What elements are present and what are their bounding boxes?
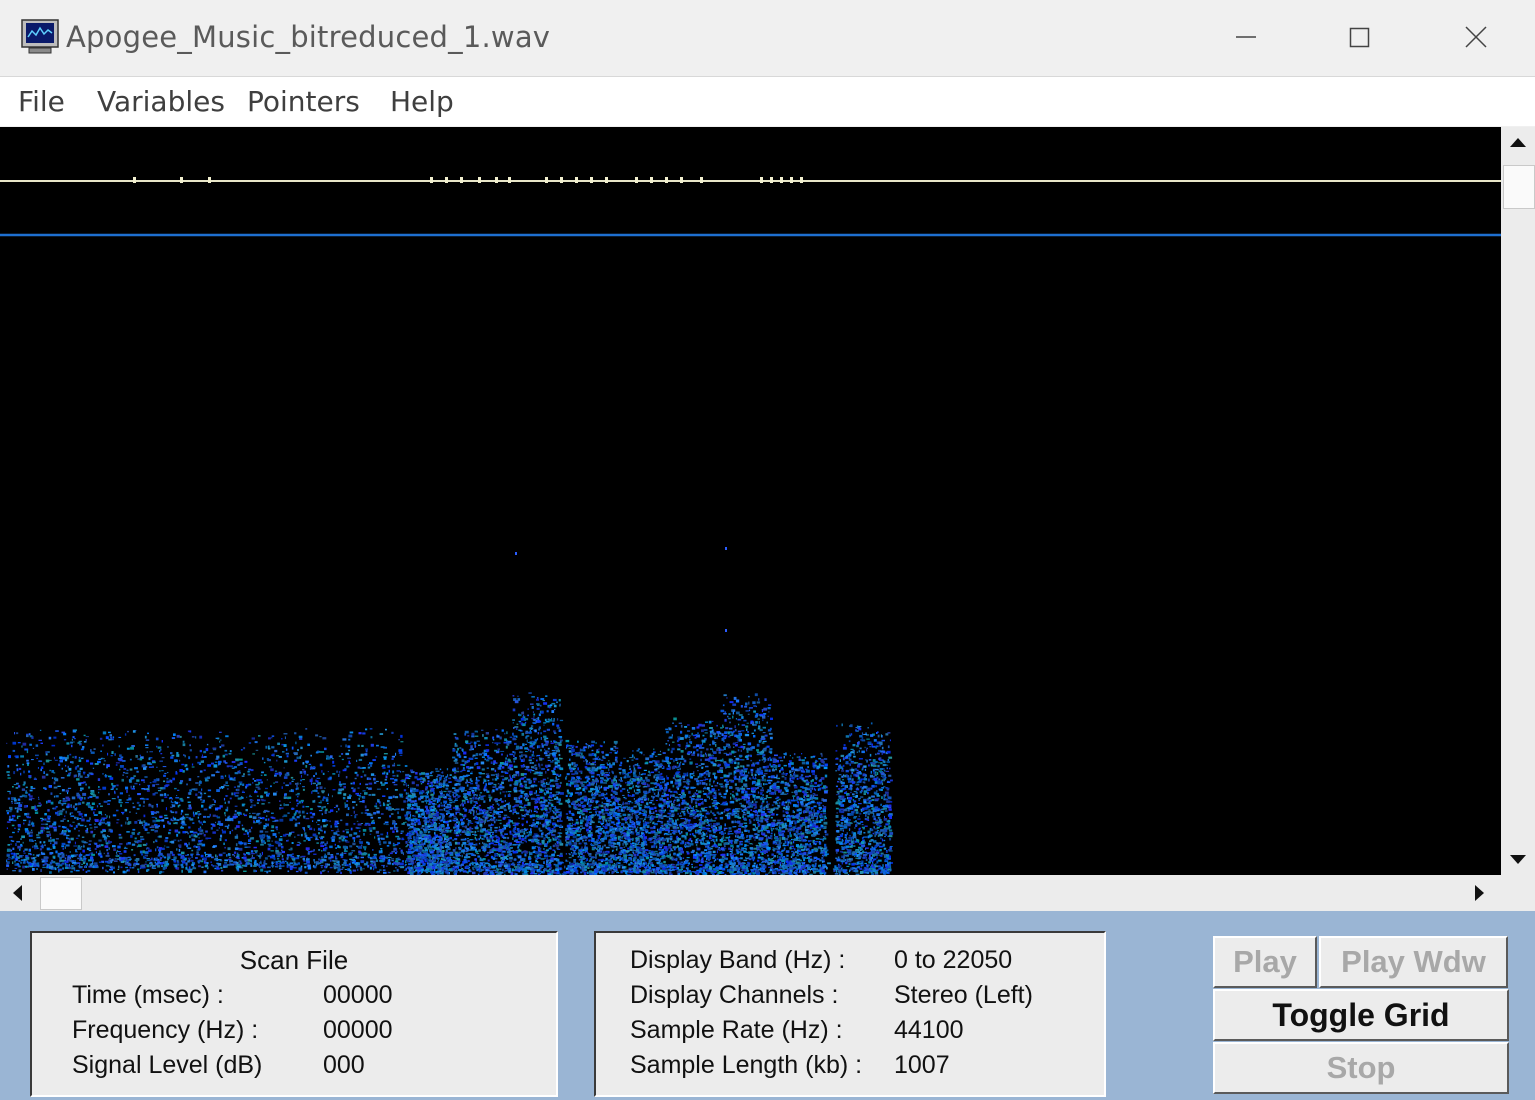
menu-file[interactable]: File bbox=[18, 85, 65, 118]
toggle-grid-button[interactable]: Toggle Grid bbox=[1213, 989, 1509, 1041]
maximize-icon[interactable] bbox=[1340, 18, 1380, 58]
sample-rate-label: Sample Rate (Hz) : bbox=[630, 1016, 843, 1044]
time-label: Time (msec) : bbox=[72, 981, 224, 1009]
vertical-scroll-thumb[interactable] bbox=[1503, 165, 1535, 209]
scroll-up-icon[interactable] bbox=[1501, 127, 1535, 161]
stop-button[interactable]: Stop bbox=[1213, 1042, 1509, 1094]
display-channels-value: Stereo (Left) bbox=[894, 981, 1033, 1009]
menu-variables[interactable]: Variables bbox=[97, 85, 225, 118]
play-button[interactable]: Play bbox=[1213, 936, 1317, 988]
frequency-label: Frequency (Hz) : bbox=[72, 1016, 259, 1044]
display-channels-label: Display Channels : bbox=[630, 981, 839, 1009]
sample-length-label: Sample Length (kb) : bbox=[630, 1051, 863, 1079]
control-area: Scan File Time (msec) : 00000 Frequency … bbox=[0, 911, 1535, 1100]
horizontal-scroll-thumb[interactable] bbox=[40, 877, 82, 910]
close-icon[interactable] bbox=[1456, 18, 1496, 58]
vertical-scrollbar[interactable] bbox=[1501, 127, 1535, 875]
scan-file-title: Scan File bbox=[239, 945, 349, 975]
monitor-app-icon[interactable] bbox=[21, 19, 59, 55]
menu-bar: File Variables Pointers Help bbox=[0, 77, 1535, 126]
spectrogram-view[interactable] bbox=[0, 127, 1501, 875]
horizontal-scrollbar[interactable] bbox=[0, 875, 1501, 911]
scrollbar-corner bbox=[1501, 875, 1535, 911]
menu-pointers[interactable]: Pointers bbox=[247, 85, 360, 118]
menu-help[interactable]: Help bbox=[390, 85, 454, 118]
scan-panel: Scan File Time (msec) : 00000 Frequency … bbox=[30, 931, 558, 1097]
signal-level-value: 000 bbox=[323, 1051, 365, 1079]
scroll-down-icon[interactable] bbox=[1501, 841, 1535, 875]
sample-rate-value: 44100 bbox=[894, 1016, 964, 1044]
sample-length-value: 1007 bbox=[894, 1051, 950, 1079]
minimize-icon[interactable] bbox=[1226, 18, 1266, 58]
time-value: 00000 bbox=[323, 981, 393, 1009]
signal-level-label: Signal Level (dB) bbox=[72, 1051, 263, 1079]
play-window-button[interactable]: Play Wdw bbox=[1319, 936, 1508, 988]
display-band-value: 0 to 22050 bbox=[894, 946, 1013, 974]
scroll-left-icon[interactable] bbox=[0, 875, 36, 911]
scroll-right-icon[interactable] bbox=[1461, 875, 1497, 911]
window-title: Apogee_Music_bitreduced_1.wav bbox=[66, 20, 551, 54]
info-panel: Display Band (Hz) : 0 to 22050 Display C… bbox=[594, 931, 1106, 1097]
title-bar: Apogee_Music_bitreduced_1.wav bbox=[0, 0, 1535, 77]
frequency-value: 00000 bbox=[323, 1016, 393, 1044]
display-band-label: Display Band (Hz) : bbox=[630, 946, 846, 974]
